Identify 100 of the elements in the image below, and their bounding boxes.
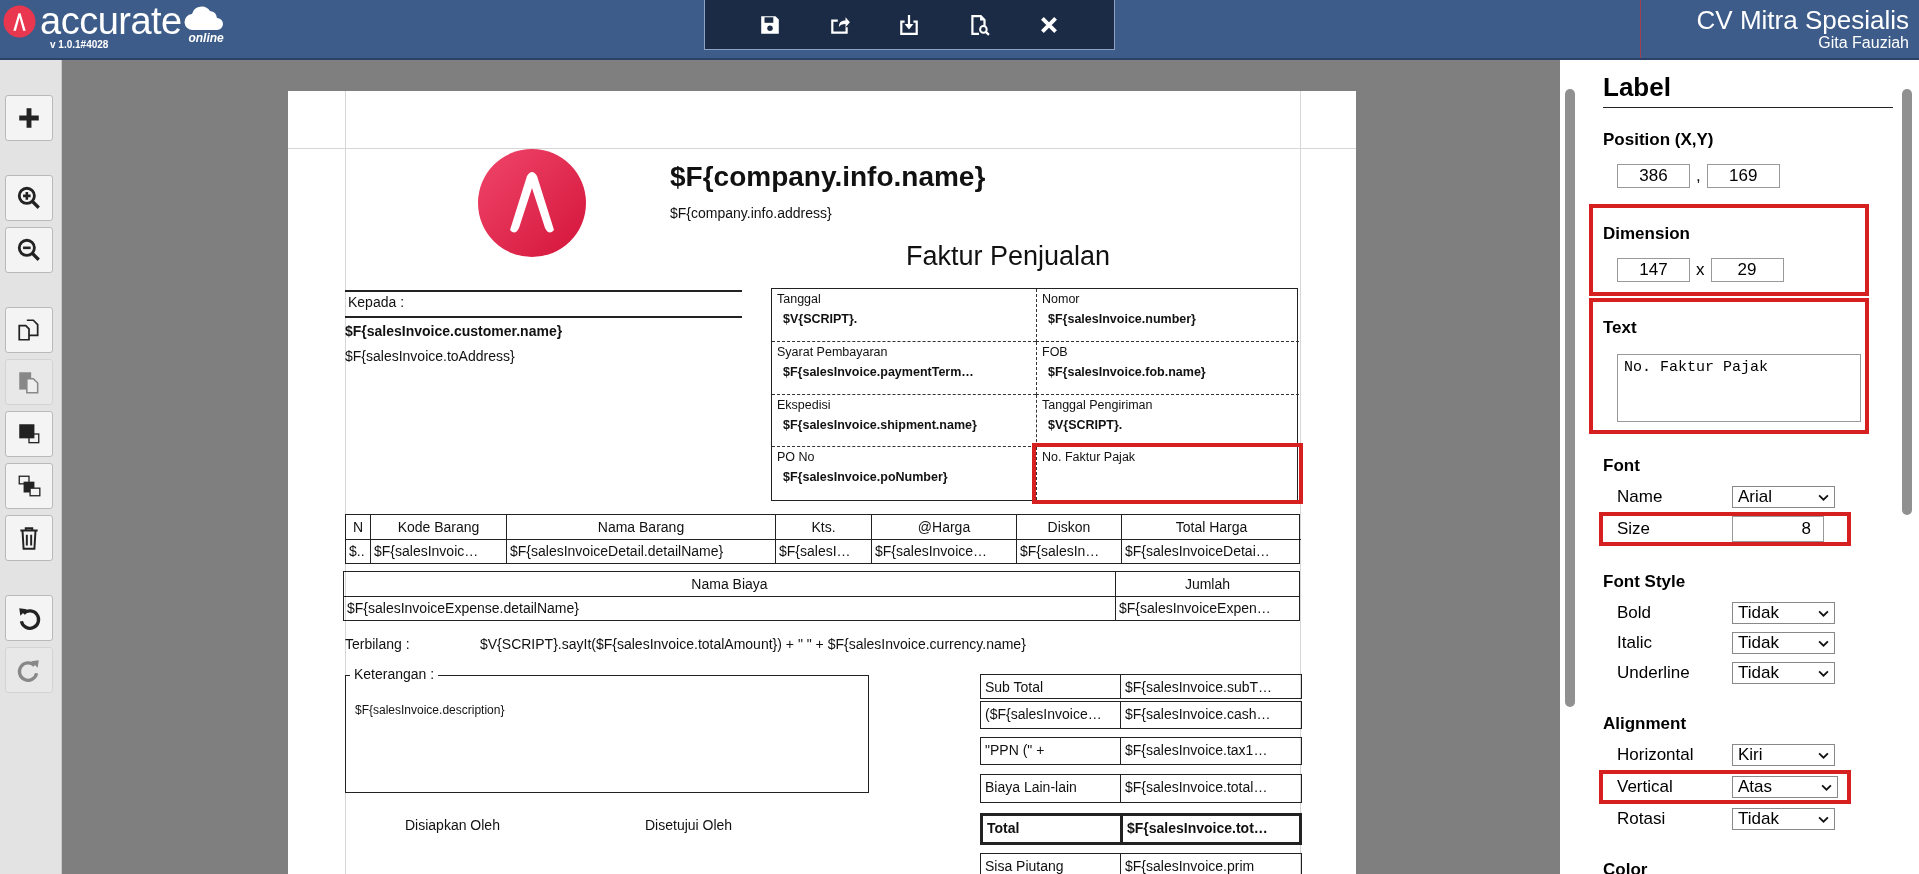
undo-button[interactable] [5,595,53,641]
notes-field: $F{salesInvoice.description} [355,703,505,717]
section-heading: Text [1603,318,1638,338]
total-value: $F{salesInvoice.tax1… [1124,741,1269,760]
table-cell: $F{salesInvoiceExpense.detailName} [344,596,1116,620]
recipient-label: Kepada : [348,294,405,310]
zoom-in-icon [16,185,42,211]
save-icon [758,13,781,36]
number-field[interactable]: 386 [1617,164,1690,188]
total-value: $F{salesInvoice.prim [1124,857,1256,874]
company-name-field: $F{company.info.name} [670,161,986,193]
plus-icon [16,105,42,131]
cell-label: No. Faktur Pajak [1042,450,1137,465]
section-heading: Font [1603,456,1641,476]
field-label: Horizontal [1617,745,1695,765]
bring-front-button[interactable] [5,411,53,457]
undo-icon [16,605,42,631]
chevron-down-icon [1818,493,1829,501]
cell-label: Tanggal [777,292,822,306]
zoom-out-icon [16,237,42,263]
number-field[interactable]: 169 [1706,164,1780,188]
column-header: Kode Barang [371,515,507,540]
number-field[interactable]: 8 [1732,516,1824,542]
chevron-down-icon [1821,783,1832,791]
section-heading: Font Style [1603,572,1687,592]
brand-name: accurate [40,5,182,37]
section-heading: Alignment [1603,714,1688,734]
field-label: Italic [1617,633,1653,653]
dropdown[interactable]: Arial [1732,486,1835,508]
copy-icon [16,317,42,343]
cell-value: $V{SCRIPT}. [1048,417,1124,432]
selected-cell[interactable]: No. Faktur Pajak [1036,447,1299,500]
cloud-icon [183,5,224,31]
dropdown[interactable]: Tidak [1732,602,1835,624]
number-field[interactable]: 147 [1617,258,1690,282]
total-value: $F{salesInvoice.subT… [1124,678,1274,697]
column-header: Kts. [776,515,872,540]
cell-label: Tanggal Pengiriman [1042,397,1154,412]
redo-icon [16,657,42,683]
table-cell: $F{salesI… [776,539,872,563]
total-value: $F{salesInvoice.tot… [1126,819,1269,838]
customer-address-field: $F{salesInvoice.toAddress} [345,348,515,364]
column-header: Nama Barang [507,515,776,540]
amount-words-label: Terbilang : [345,636,410,652]
amount-words-field: $V{SCRIPT}.sayIt($F{salesInvoice.totalAmount}) + " " + $F{salesInvoice.currency.name} [480,636,1026,652]
dropdown[interactable]: Tidak [1732,632,1835,654]
column-header: Diskon [1017,515,1122,540]
table-cell-text: $F{salesInvoiceExpen… [1118,599,1272,619]
cell-value: $F{salesInvoice.shipment.name} [783,417,978,432]
dropdown[interactable]: Tidak [1732,808,1835,830]
company-name: CV Mitra Spesialis [1696,6,1909,34]
document-search-icon [968,13,991,36]
signature-label: Disetujui Oleh [645,817,733,833]
logo-icon [3,5,36,38]
dropdown[interactable]: Kiri [1732,744,1835,766]
total-value: $F{salesInvoice.cash… [1124,705,1272,724]
total-label: Sub Total [981,675,1121,698]
cell-label: Syarat Pembayaran [777,344,889,359]
total-label: ($F{salesInvoice… [981,702,1121,728]
table-cell-text: $F{salesInvoiceDetai… [1124,542,1271,562]
separator-label: , [1696,166,1701,186]
field-label: Rotasi [1617,809,1667,829]
cell-label: Nomor [1042,292,1081,306]
total-label: "PPN (" + [981,738,1121,764]
dropdown[interactable]: Tidak [1732,662,1835,684]
separator-label: x [1696,260,1705,280]
brand-subtitle: online [188,31,224,45]
field-label: Name [1617,487,1664,507]
user-name: Gita Fauziah [1818,34,1909,52]
zoom-in-button[interactable] [5,175,53,221]
cell-label: FOB [1042,344,1069,359]
total-label: Total [983,816,1123,842]
download-icon [898,13,921,36]
total-label: Biaya Lain-lain [981,775,1121,802]
company-address-field: $F{company.info.address} [670,205,832,221]
number-field[interactable]: 29 [1710,258,1784,282]
delete-button[interactable] [5,515,53,561]
field-label: Underline [1617,663,1691,683]
field-label: Bold [1617,603,1653,623]
field-label: Vertical [1617,777,1674,797]
chevron-down-icon [1818,669,1829,677]
customer-name-field: $F{salesInvoice.customer.name} [345,323,563,339]
text-field[interactable]: No. Faktur Pajak [1617,354,1861,422]
column-header: @Harga [872,515,1017,540]
column-header: Jumlah [1116,572,1299,597]
signature-label: Disiapkan Oleh [405,817,500,833]
copy-button[interactable] [5,307,53,353]
total-label: Sisa Piutang [981,854,1121,874]
field-label: Size [1617,519,1652,539]
add-button[interactable] [5,95,53,141]
column-header: Nama Biaya [344,572,1116,597]
cell-value: $V{SCRIPT}. [783,312,859,326]
zoom-out-button[interactable] [5,227,53,273]
table-cell: $F{salesInvoice… [872,539,1017,563]
dropdown[interactable]: Atas [1732,776,1838,798]
cell-label: PO No [777,450,816,465]
send-back-button[interactable] [5,463,53,509]
total-value: $F{salesInvoice.total… [1124,778,1269,797]
column-header: Total Harga [1122,515,1301,540]
chevron-down-icon [1818,751,1829,759]
